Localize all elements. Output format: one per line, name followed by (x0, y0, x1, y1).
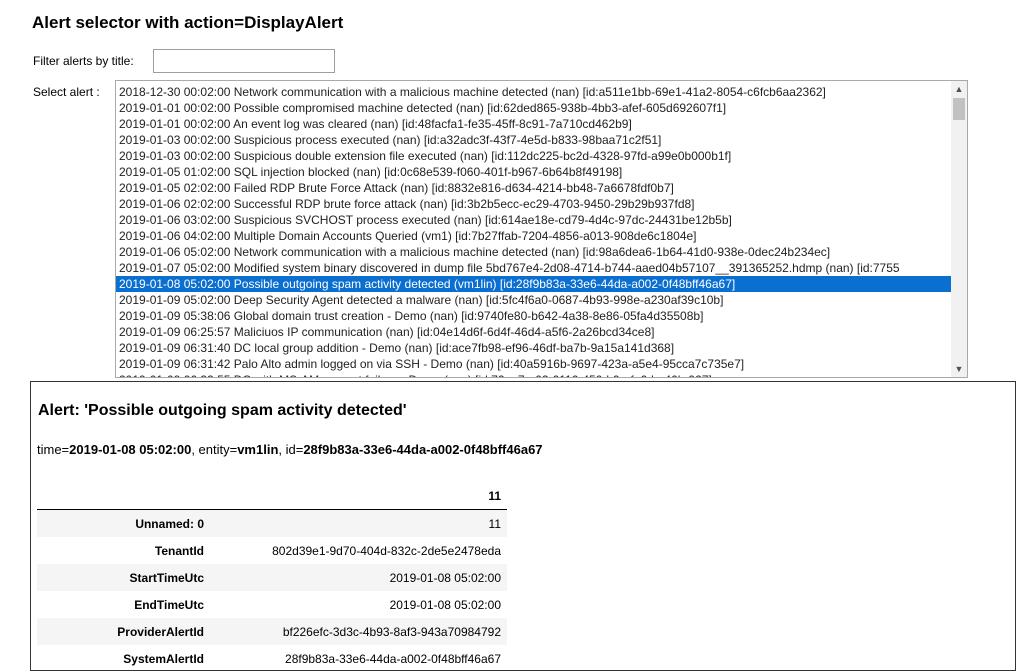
alert-option[interactable]: 2019-01-05 01:02:00 SQL injection blocke… (116, 164, 952, 180)
alert-option[interactable]: 2019-01-01 00:02:00 An event log was cle… (116, 116, 952, 132)
table-column-header: 11 (210, 483, 507, 510)
table-row-value: 2019-01-08 05:02:00 (210, 564, 507, 591)
filter-title-input[interactable] (153, 49, 335, 73)
alert-meta-line: time=2019-01-08 05:02:00, entity=vm1lin,… (37, 442, 543, 457)
alert-option[interactable]: 2019-01-05 02:02:00 Failed RDP Brute For… (116, 180, 952, 196)
scroll-down-arrow-icon[interactable]: ▼ (951, 361, 967, 377)
table-row: Unnamed: 011 (37, 510, 507, 538)
alert-option[interactable]: 2019-01-09 06:31:40 DC local group addit… (116, 340, 952, 356)
alert-detail-table: 11 Unnamed: 011TenantId802d39e1-9d70-404… (37, 483, 507, 672)
entity-label: , entity= (191, 442, 237, 457)
alert-select-list[interactable]: 2018-12-30 00:02:00 Network communicatio… (115, 80, 968, 378)
table-row: ProviderAlertIdbf226efc-3d3c-4b93-8af3-9… (37, 618, 507, 645)
filter-label: Filter alerts by title: (33, 54, 153, 68)
table-row-field: StartTimeUtc (37, 564, 210, 591)
entity-value: vm1lin (237, 442, 278, 457)
scroll-thumb[interactable] (953, 98, 965, 120)
table-row-value: 802d39e1-9d70-404d-832c-2de5e2478eda (210, 537, 507, 564)
alert-option[interactable]: 2019-01-09 06:33:55 DC with MS-AM... gue… (116, 372, 952, 378)
table-body: Unnamed: 011TenantId802d39e1-9d70-404d-8… (37, 510, 507, 672)
table-row-field: ProviderAlertId (37, 618, 210, 645)
table-row: SystemAlertId28f9b83a-33e6-44da-a002-0f4… (37, 645, 507, 672)
alert-option-selected[interactable]: 2019-01-08 05:02:00 Possible outgoing sp… (116, 276, 952, 292)
table-row-field: SystemAlertId (37, 645, 210, 672)
alert-option[interactable]: 2019-01-06 04:02:00 Multiple Domain Acco… (116, 228, 952, 244)
table-row-value: 2019-01-08 05:02:00 (210, 591, 507, 618)
time-value: 2019-01-08 05:02:00 (69, 442, 191, 457)
alert-detail-title: Alert: 'Possible outgoing spam activity … (38, 402, 407, 420)
table-corner-cell (37, 483, 210, 510)
select-alert-label: Select alert : (33, 85, 100, 99)
table-row-value: bf226efc-3d3c-4b93-8af3-943a70984792 (210, 618, 507, 645)
table-row-field: TenantId (37, 537, 210, 564)
alert-option[interactable]: 2019-01-06 02:02:00 Successful RDP brute… (116, 196, 952, 212)
alert-option[interactable]: 2019-01-03 00:02:00 Suspicious process e… (116, 132, 952, 148)
table-row-value: 11 (210, 510, 507, 538)
table-row: TenantId802d39e1-9d70-404d-832c-2de5e247… (37, 537, 507, 564)
alert-option[interactable]: 2019-01-03 00:02:00 Suspicious double ex… (116, 148, 952, 164)
alert-option[interactable]: 2019-01-09 05:38:06 Global domain trust … (116, 308, 952, 324)
filter-row: Filter alerts by title: (33, 47, 335, 75)
alert-option[interactable]: 2019-01-06 05:02:00 Network communicatio… (116, 244, 952, 260)
table-row: EndTimeUtc2019-01-08 05:02:00 (37, 591, 507, 618)
alert-list-scrollbar[interactable]: ▲ ▼ (951, 81, 967, 377)
scroll-up-arrow-icon[interactable]: ▲ (951, 81, 967, 97)
alert-option[interactable]: 2019-01-01 00:02:00 Possible compromised… (116, 100, 952, 116)
id-label: , id= (278, 442, 303, 457)
id-value: 28f9b83a-33e6-44da-a002-0f48bff46a67 (303, 442, 542, 457)
page-title: Alert selector with action=DisplayAlert (32, 12, 343, 34)
alert-option[interactable]: 2019-01-09 06:25:57 Maliciuos IP communi… (116, 324, 952, 340)
table-row: StartTimeUtc2019-01-08 05:02:00 (37, 564, 507, 591)
alert-detail-panel: Alert: 'Possible outgoing spam activity … (30, 381, 1016, 671)
alert-option[interactable]: 2019-01-07 05:02:00 Modified system bina… (116, 260, 952, 276)
time-label: time= (37, 442, 69, 457)
table-header-row: 11 (37, 483, 507, 510)
alert-option[interactable]: 2018-12-30 00:02:00 Network communicatio… (116, 84, 952, 100)
table-row-value: 28f9b83a-33e6-44da-a002-0f48bff46a67 (210, 645, 507, 672)
alert-option[interactable]: 2019-01-09 06:31:42 Palo Alto admin logg… (116, 356, 952, 372)
alert-option[interactable]: 2019-01-09 05:02:00 Deep Security Agent … (116, 292, 952, 308)
table-row-field: EndTimeUtc (37, 591, 210, 618)
table-row-field: Unnamed: 0 (37, 510, 210, 538)
alert-option[interactable]: 2019-01-06 03:02:00 Suspicious SVCHOST p… (116, 212, 952, 228)
alert-options: 2018-12-30 00:02:00 Network communicatio… (116, 84, 952, 378)
